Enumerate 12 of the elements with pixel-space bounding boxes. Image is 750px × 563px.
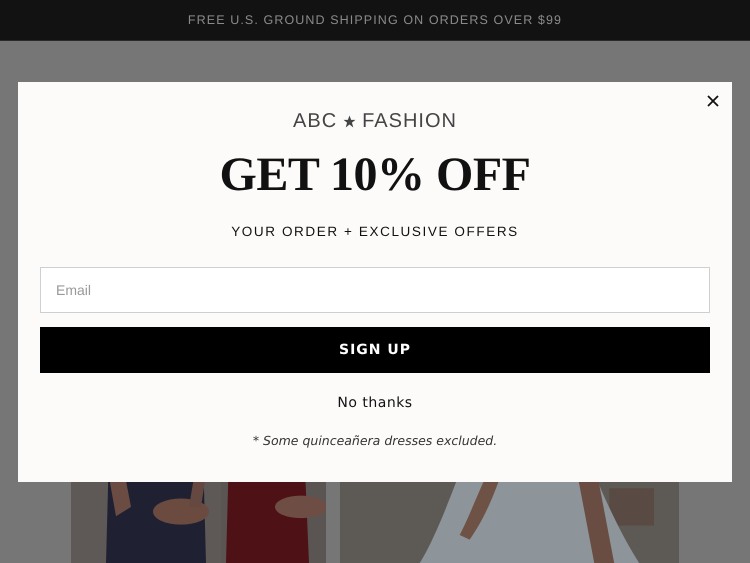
brand-name: ABC: [293, 110, 338, 133]
star-icon: [343, 115, 356, 128]
no-thanks-link[interactable]: No thanks: [337, 395, 413, 411]
subheadline: YOUR ORDER + EXCLUSIVE OFFERS: [231, 224, 519, 239]
email-field[interactable]: Email: [40, 267, 710, 313]
disclaimer-text: * Some quinceañera dresses excluded.: [252, 433, 498, 448]
close-icon: [707, 95, 719, 107]
announcement-text: FREE U.S. GROUND SHIPPING ON ORDERS OVER $99: [188, 13, 562, 27]
brand-name: FASHION: [362, 110, 457, 133]
headline: GET 10% OFF: [220, 151, 530, 199]
sign-up-button[interactable]: SIGN UP: [40, 327, 710, 373]
close-button[interactable]: [706, 94, 720, 108]
